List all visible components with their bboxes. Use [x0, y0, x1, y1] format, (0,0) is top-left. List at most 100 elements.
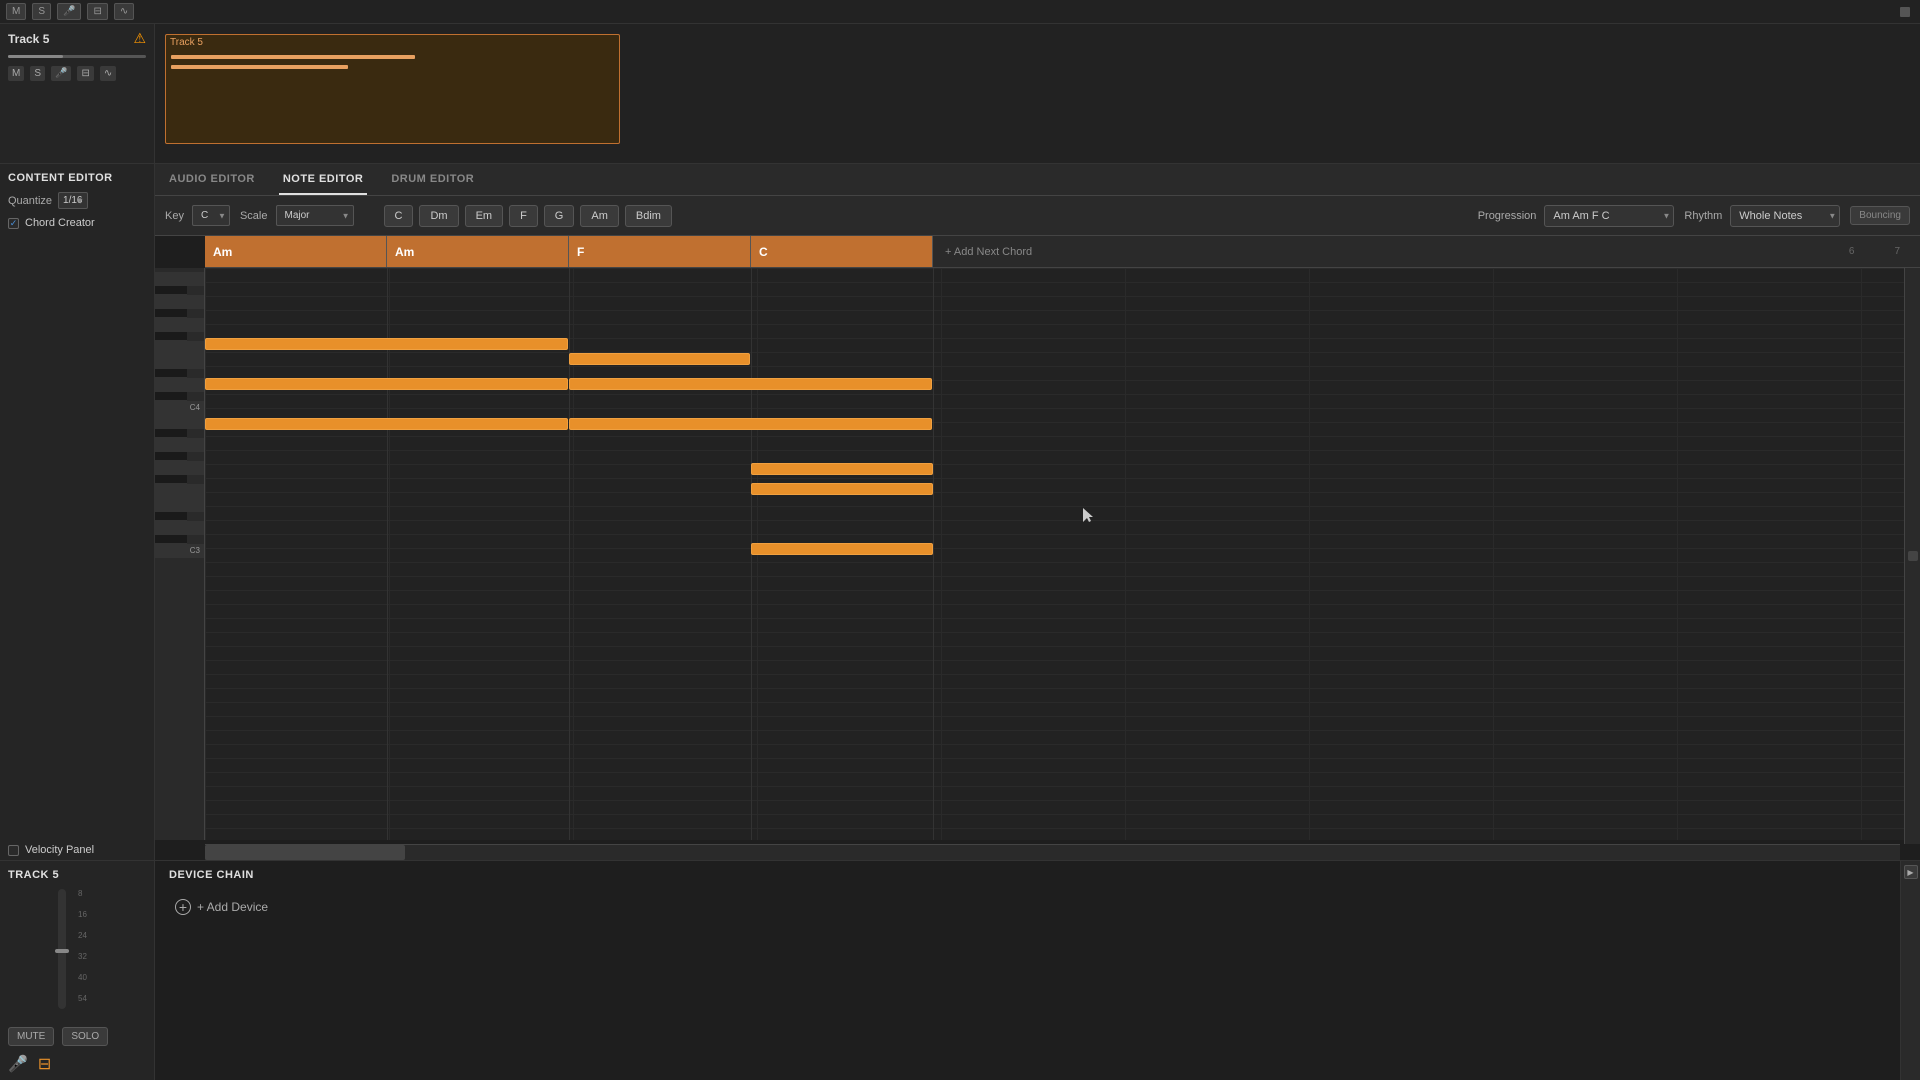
quantize-label: Quantize [8, 195, 52, 207]
key-C4[interactable]: C4 [155, 401, 204, 415]
key-Eb3[interactable] [155, 512, 187, 521]
top-ctrl-wave[interactable]: ∿ [114, 3, 134, 20]
chord-Bdim-btn[interactable]: Bdim [625, 205, 672, 227]
right-strip-btn[interactable]: ▶ [1904, 865, 1918, 879]
fader-container [38, 889, 66, 1019]
fader-track[interactable] [58, 889, 66, 1009]
note-E4-C[interactable] [751, 463, 933, 475]
track-m-btn[interactable]: M [8, 66, 24, 81]
sidebar-spacer [0, 233, 154, 840]
track-clip[interactable]: Track 5 [165, 34, 620, 144]
rhythm-select-wrap[interactable]: Whole Notes Half Notes Quarter Notes [1730, 205, 1840, 227]
clip-line-2 [171, 65, 348, 69]
note-C4-F[interactable] [569, 378, 932, 390]
middle-section: CONTENT EDITOR Quantize 1/16 1/8 1/4 Cho… [0, 164, 1920, 860]
mic-icon[interactable]: 🎤 [8, 1054, 28, 1074]
track-eq-btn[interactable]: ⊟ [77, 66, 93, 81]
add-chord-button[interactable]: + Add Next Chord [933, 236, 1044, 267]
key-G4[interactable] [155, 318, 204, 332]
note-F4-F[interactable] [569, 353, 750, 365]
velocity-panel-checkbox[interactable] [8, 845, 19, 856]
rhythm-label: Rhythm [1684, 210, 1722, 222]
key-select-wrap[interactable]: C D E F G A B [192, 205, 230, 226]
key-Bb3[interactable] [155, 429, 187, 438]
eq-bars-icon[interactable]: ⊟ [38, 1054, 51, 1074]
rhythm-select[interactable]: Whole Notes Half Notes Quarter Notes [1730, 205, 1840, 227]
main-editor: AUDIO EDITOR NOTE EDITOR DRUM EDITOR Key… [155, 164, 1920, 860]
key-B4[interactable] [155, 272, 204, 286]
key-E4[interactable] [155, 355, 204, 369]
solo-button[interactable]: SOLO [62, 1027, 108, 1046]
chord-block-F[interactable]: F [569, 236, 751, 267]
piano-keys-list: C4 C3 [155, 268, 204, 840]
key-G3[interactable] [155, 461, 204, 475]
key-Bb4[interactable] [155, 286, 187, 295]
key-Db4[interactable] [155, 392, 187, 401]
tab-note[interactable]: NOTE EDITOR [279, 165, 367, 195]
fader-knob[interactable] [55, 949, 69, 953]
key-select[interactable]: C D E F G A B [192, 205, 230, 226]
note-grid[interactable] [205, 268, 1920, 840]
quantize-row: Quantize 1/16 1/8 1/4 [0, 188, 154, 213]
key-D3[interactable] [155, 521, 204, 535]
key-B3[interactable] [155, 415, 204, 429]
tab-drum[interactable]: DRUM EDITOR [387, 165, 478, 195]
key-Ab4[interactable] [155, 309, 187, 318]
note-A3-Am1[interactable] [205, 418, 568, 430]
key-F3[interactable] [155, 484, 204, 498]
chord-Am-btn[interactable]: Am [580, 205, 619, 227]
key-Eb4[interactable] [155, 369, 187, 378]
track-clip-label: Track 5 [166, 35, 619, 50]
bouncing-toggle[interactable]: Bouncing [1850, 206, 1910, 225]
key-C3[interactable]: C3 [155, 544, 204, 558]
scale-select[interactable]: Major Minor Pentatonic [276, 205, 354, 226]
track-wave-btn[interactable]: ∿ [100, 66, 116, 81]
chord-block-Am2[interactable]: Am [387, 236, 569, 267]
key-A4[interactable] [155, 295, 204, 309]
add-device-button[interactable]: + + Add Device [169, 893, 1886, 921]
track-mic-btn[interactable]: 🎤 [51, 66, 71, 81]
chord-Dm-btn[interactable]: Dm [419, 205, 458, 227]
tab-audio[interactable]: AUDIO EDITOR [165, 165, 259, 195]
note-C4-Am1[interactable] [205, 378, 568, 390]
key-Ab3[interactable] [155, 452, 187, 461]
key-Gb3[interactable] [155, 475, 187, 484]
mute-button[interactable]: MUTE [8, 1027, 54, 1046]
chord-G-btn[interactable]: G [544, 205, 575, 227]
top-ctrl-eq[interactable]: ⊟ [87, 3, 107, 20]
horizontal-scrollbar[interactable] [205, 844, 1900, 860]
chord-F-btn[interactable]: F [509, 205, 538, 227]
key-Db3[interactable] [155, 535, 187, 544]
chord-block-Am1[interactable]: Am [205, 236, 387, 267]
key-D4[interactable] [155, 378, 204, 392]
editor-tabs: AUDIO EDITOR NOTE EDITOR DRUM EDITOR [155, 164, 1920, 196]
key-A3[interactable] [155, 438, 204, 452]
chord-C-btn[interactable]: C [384, 205, 414, 227]
scale-select-wrap[interactable]: Major Minor Pentatonic [276, 205, 354, 226]
scroll-thumb-v[interactable] [1908, 551, 1918, 561]
quantize-select[interactable]: 1/16 1/8 1/4 [58, 192, 88, 209]
db-24: 24 [78, 931, 87, 940]
top-ctrl-m[interactable]: M [6, 3, 26, 20]
chord-creator-checkbox[interactable] [8, 218, 19, 229]
note-G3-C[interactable] [751, 483, 933, 495]
key-F4[interactable] [155, 341, 204, 355]
progression-select-wrap[interactable]: Am Am F C C G Am F [1544, 205, 1674, 227]
key-E3[interactable] [155, 498, 204, 512]
chord-block-C[interactable]: C [751, 236, 933, 267]
clip-line-1 [171, 55, 415, 59]
note-C3-C[interactable] [751, 543, 933, 555]
progression-select[interactable]: Am Am F C C G Am F [1544, 205, 1674, 227]
top-ctrl-s[interactable]: S [32, 3, 51, 20]
note-E4-Am1[interactable] [205, 338, 568, 350]
scrollbar-thumb[interactable] [205, 845, 405, 860]
db-40: 40 [78, 973, 87, 982]
top-ctrl-mic[interactable]: 🎤 [57, 3, 81, 20]
key-Gb4[interactable] [155, 332, 187, 341]
quantize-select-wrap[interactable]: 1/16 1/8 1/4 [58, 192, 88, 209]
volume-slider-wrap[interactable] [8, 55, 146, 58]
track-s-btn[interactable]: S [30, 66, 45, 81]
chord-Em-btn[interactable]: Em [465, 205, 504, 227]
volume-slider[interactable] [8, 55, 146, 58]
note-A3-F[interactable] [569, 418, 932, 430]
